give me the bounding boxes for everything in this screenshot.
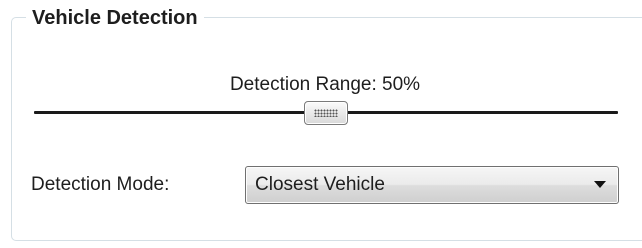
detection-mode-label: Detection Mode: (31, 174, 170, 195)
detection-range-label: Detection Range: 50% (229, 74, 421, 95)
grip-icon (314, 109, 338, 117)
chevron-down-icon[interactable] (594, 181, 606, 188)
detection-mode-select[interactable]: Closest Vehicle (245, 166, 619, 204)
group-title: Vehicle Detection (26, 5, 204, 31)
vehicle-detection-group (11, 17, 642, 241)
detection-mode-value: Closest Vehicle (255, 174, 385, 195)
slider-thumb[interactable] (304, 101, 348, 125)
